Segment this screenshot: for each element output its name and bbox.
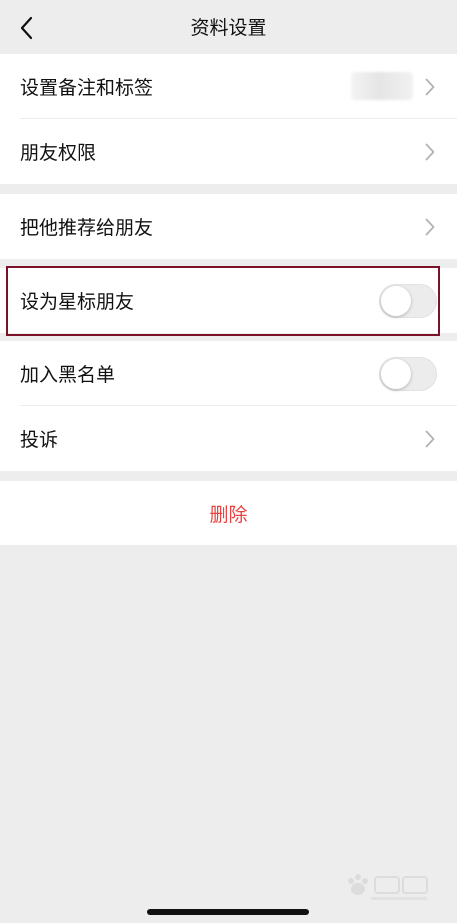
row-label: 把他推荐给朋友	[20, 217, 154, 239]
profile-settings-screen: 资料设置 设置备注和标签 朋友权限 把他推荐给朋友 设为星标朋友 加入黑名单 投…	[0, 0, 457, 923]
chevron-right-icon	[423, 77, 437, 97]
settings-group-block: 加入黑名单 投诉	[0, 341, 457, 471]
toggle-knob	[381, 358, 411, 389]
delete-button[interactable]: 删除	[0, 481, 457, 545]
chevron-right-icon	[423, 429, 437, 449]
page-title: 资料设置	[190, 17, 267, 39]
settings-group-recommend: 把他推荐给朋友	[0, 194, 457, 259]
row-set-remark-tags[interactable]: 设置备注和标签	[0, 54, 457, 119]
row-label: 加入黑名单	[20, 364, 116, 386]
row-complain[interactable]: 投诉	[0, 406, 457, 471]
row-label: 投诉	[20, 429, 59, 451]
chevron-right-icon	[423, 142, 437, 162]
blacklist-toggle[interactable]	[379, 356, 437, 391]
nav-bar: 资料设置	[0, 0, 457, 56]
star-friend-toggle[interactable]	[379, 283, 437, 318]
row-label: 朋友权限	[20, 142, 97, 164]
baidu-watermark-logo	[348, 874, 428, 900]
row-set-star-friend[interactable]: 设为星标朋友	[0, 268, 457, 333]
row-friend-permissions[interactable]: 朋友权限	[0, 119, 457, 184]
delete-label: 删除	[209, 503, 248, 526]
chevron-right-icon	[423, 217, 437, 237]
settings-group-remark: 设置备注和标签 朋友权限	[0, 54, 457, 184]
home-indicator[interactable]	[147, 909, 309, 915]
row-add-to-blacklist[interactable]: 加入黑名单	[0, 341, 457, 406]
settings-group-star: 设为星标朋友	[0, 268, 457, 333]
row-recommend-to-friends[interactable]: 把他推荐给朋友	[0, 194, 457, 259]
row-label: 设为星标朋友	[20, 291, 135, 313]
toggle-knob	[381, 285, 411, 316]
remark-value-blurred	[351, 72, 413, 100]
delete-group: 删除	[0, 481, 457, 545]
